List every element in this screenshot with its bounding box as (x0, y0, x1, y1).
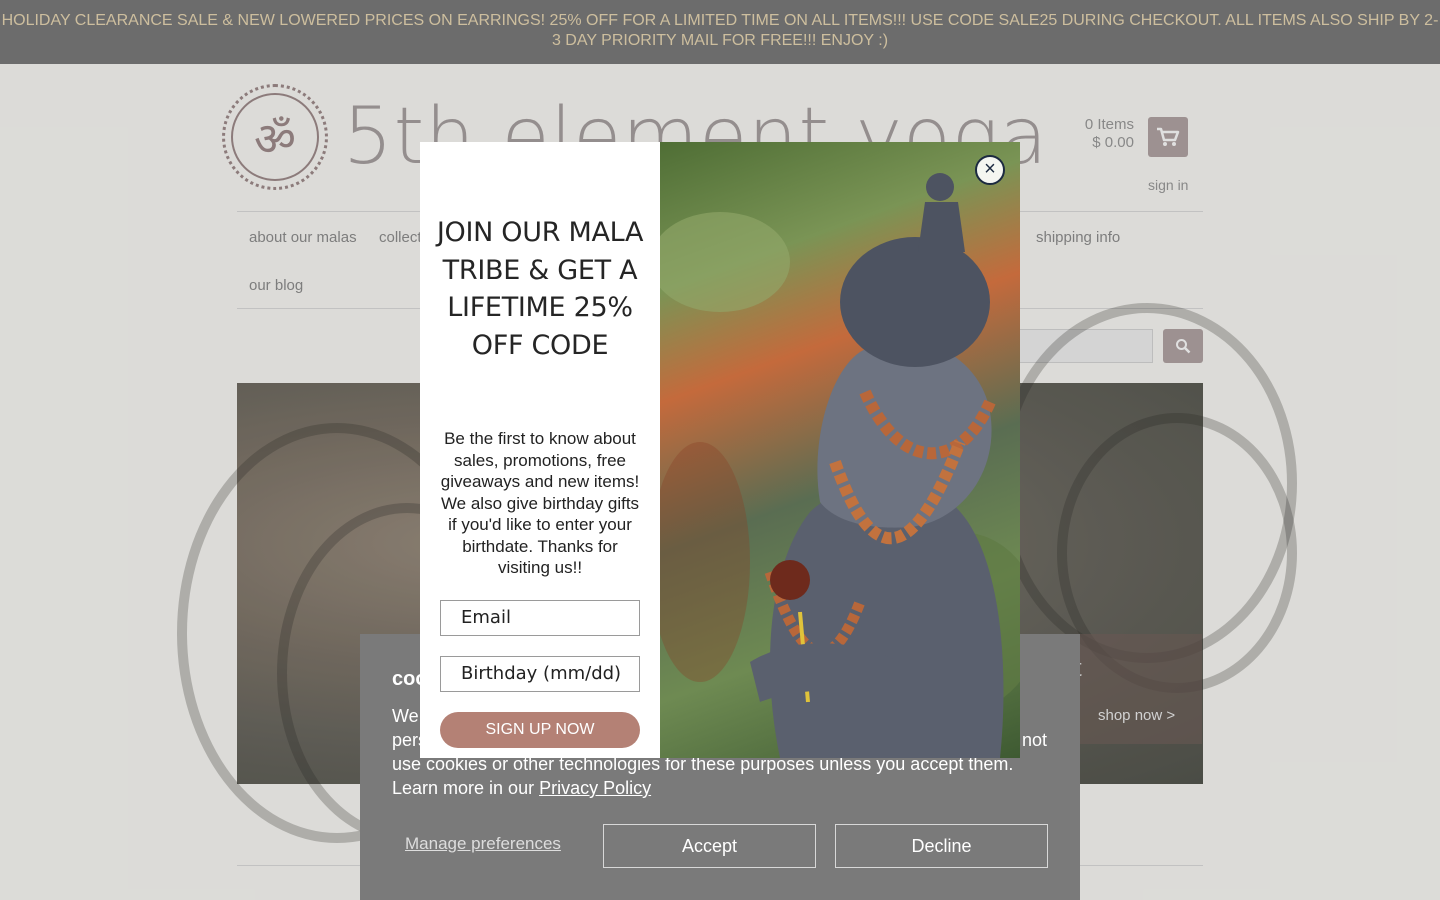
manage-preferences-link[interactable]: Manage preferences (405, 834, 561, 854)
signup-button[interactable]: SIGN UP NOW (440, 712, 640, 748)
decline-button[interactable]: Decline (835, 824, 1048, 868)
buddha-mala-image (660, 142, 1020, 758)
popup-form-panel: JOIN OUR MALA TRIBE & GET A LIFETIME 25%… (420, 142, 660, 758)
cookie-text-line: Learn more in our Privacy Policy (392, 776, 1052, 800)
cookie-learn-more: Learn more in our (392, 778, 540, 798)
buddha-statue-illustration (660, 173, 1020, 758)
popup-heading: JOIN OUR MALA TRIBE & GET A LIFETIME 25%… (436, 217, 644, 361)
accept-button[interactable]: Accept (603, 824, 816, 868)
popup-description: Be the first to know about sales, promot… (440, 429, 640, 577)
privacy-policy-link[interactable]: Privacy Policy (539, 778, 651, 798)
email-field[interactable]: Email (440, 600, 640, 636)
birthday-field[interactable]: Birthday (mm/dd) (440, 656, 640, 692)
cookie-text-fragment: not (1022, 730, 1048, 750)
signup-popup: JOIN OUR MALA TRIBE & GET A LIFETIME 25%… (420, 142, 1020, 758)
close-popup-button[interactable]: × (975, 155, 1005, 185)
